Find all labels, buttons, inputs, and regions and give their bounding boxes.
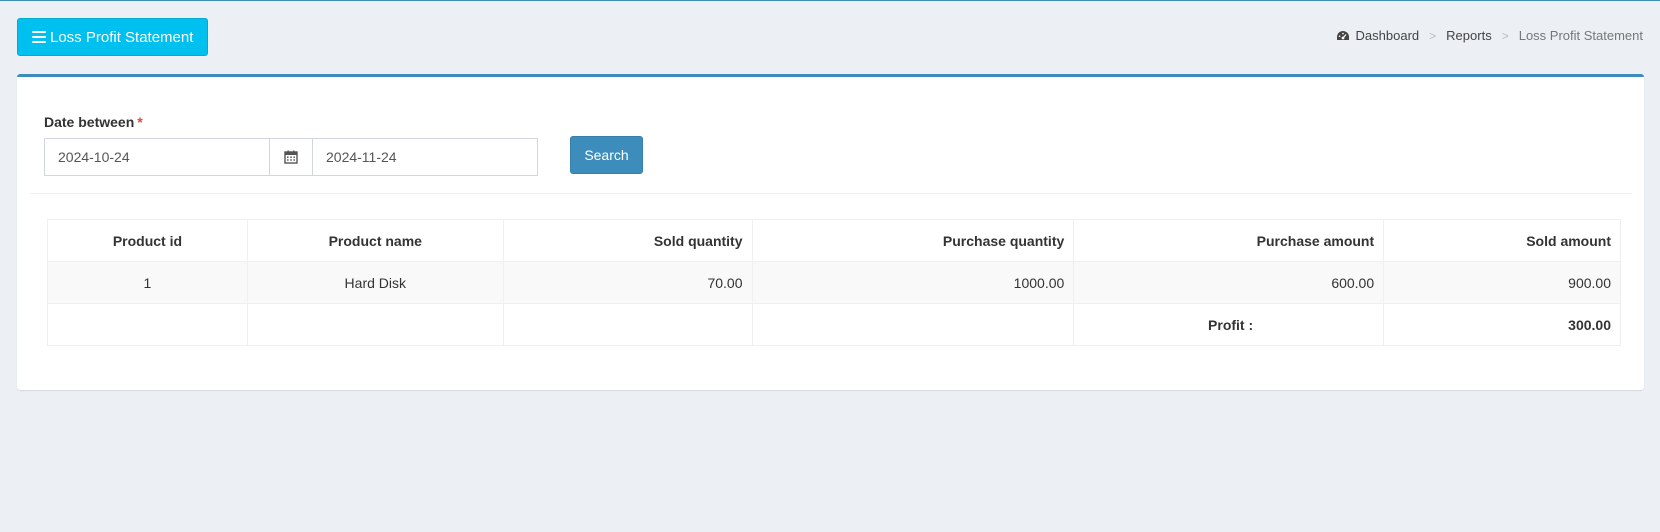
table-row: 1 Hard Disk 70.00 1000.00 600.00 900.00 <box>47 261 1621 304</box>
date-between-text: Date between <box>44 114 135 130</box>
date-between-label: Date between * <box>44 114 143 130</box>
loss-profit-statement-button[interactable]: Loss Profit Statement <box>17 18 209 56</box>
profit-value: 300.00 <box>1383 303 1621 346</box>
date-from-input[interactable] <box>44 138 270 176</box>
column-header-purchase-quantity[interactable]: Purchase quantity <box>751 219 1075 262</box>
cell-sold-amount: 900.00 <box>1383 261 1621 304</box>
empty-cell <box>47 303 248 346</box>
column-header-product-name[interactable]: Product name <box>246 219 504 262</box>
breadcrumb-current: Loss Profit Statement <box>1518 28 1643 43</box>
breadcrumb-separator: > <box>1429 28 1437 43</box>
column-header-purchase-amount[interactable]: Purchase amount <box>1073 219 1385 262</box>
breadcrumb: Dashboard > Reports > Loss Profit Statem… <box>1336 28 1643 43</box>
cell-purchase-quantity: 1000.00 <box>751 261 1075 304</box>
bars-icon <box>32 31 46 43</box>
report-box: Date between* Search Prod <box>17 74 1644 390</box>
dashboard-icon <box>1336 30 1349 40</box>
divider <box>29 193 1632 194</box>
loss-profit-table: Product id Product name Sold quantity Pu… <box>47 219 1621 346</box>
required-mark: * <box>137 114 143 130</box>
cell-product-name: Hard Disk <box>246 261 504 304</box>
empty-cell <box>502 303 753 346</box>
cell-product-id: 1 <box>47 261 248 304</box>
date-to-input[interactable] <box>312 138 538 176</box>
empty-cell <box>751 303 1075 346</box>
cell-purchase-amount: 600.00 <box>1073 261 1385 304</box>
date-range-group <box>44 138 538 176</box>
header-row: Loss Profit Statement Dashboard > Report… <box>17 18 1643 56</box>
empty-cell <box>246 303 504 346</box>
profit-row: Profit : 300.00 <box>47 303 1621 346</box>
profit-label: Profit : <box>1073 303 1385 346</box>
breadcrumb-reports[interactable]: Reports <box>1446 28 1492 43</box>
title-button-label: Loss Profit Statement <box>50 28 194 46</box>
breadcrumb-separator: > <box>1501 28 1509 43</box>
search-button[interactable]: Search <box>570 136 643 174</box>
breadcrumb-dashboard[interactable]: Dashboard <box>1336 28 1420 43</box>
column-header-product-id[interactable]: Product id <box>47 219 248 262</box>
breadcrumb-dashboard-label: Dashboard <box>1355 28 1420 43</box>
calendar-icon <box>284 150 298 164</box>
cell-sold-quantity: 70.00 <box>502 261 753 304</box>
column-header-sold-amount[interactable]: Sold amount <box>1383 219 1621 262</box>
table-header-row: Product id Product name Sold quantity Pu… <box>47 219 1621 262</box>
calendar-addon[interactable] <box>270 138 312 176</box>
column-header-sold-quantity[interactable]: Sold quantity <box>502 219 753 262</box>
